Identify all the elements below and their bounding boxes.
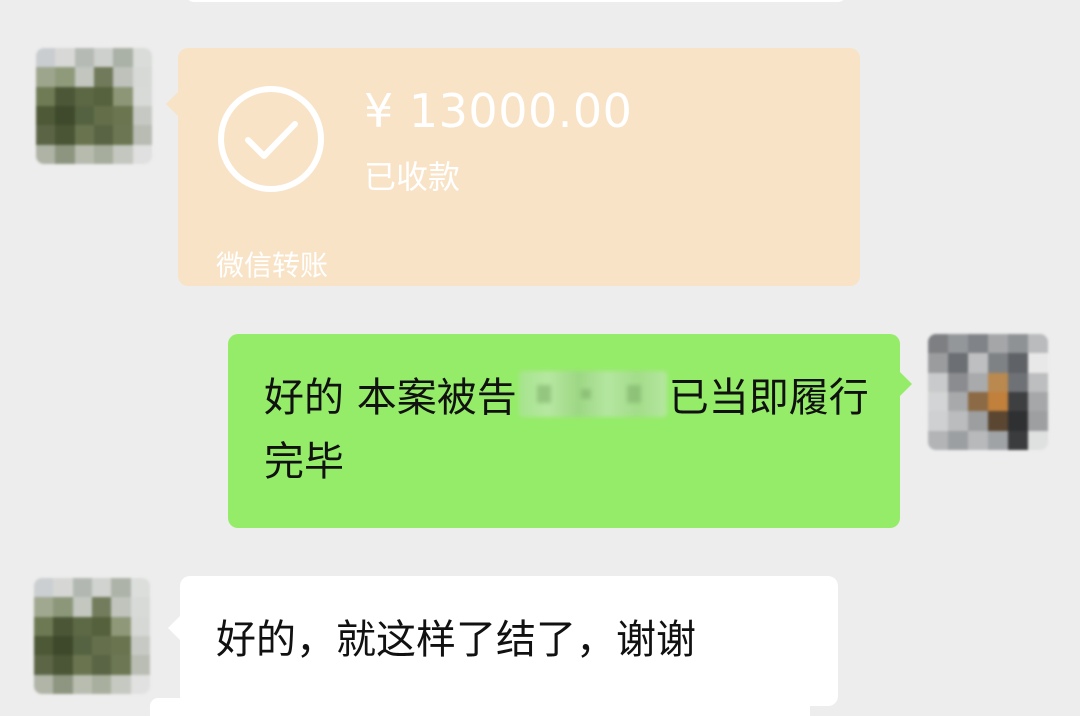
sender-avatar[interactable]	[36, 48, 152, 164]
transfer-card[interactable]: ¥ 13000.00 已收款 微信转账	[166, 48, 860, 286]
my-avatar[interactable]	[928, 334, 1048, 450]
redacted-name	[518, 371, 667, 417]
next-message-bubble[interactable]	[150, 698, 810, 716]
previous-message-bubble[interactable]	[186, 0, 846, 2]
message-text-before-redaction: 好的 本案被告	[264, 375, 517, 421]
incoming-message-bubble[interactable]: 好的，就这样了结了，谢谢	[168, 576, 838, 706]
outgoing-message-text: 好的 本案被告 已当即履行完毕	[264, 366, 874, 494]
incoming-message-text: 好的，就这样了结了，谢谢	[216, 617, 696, 663]
check-circle-icon	[218, 86, 324, 192]
outgoing-message-bubble[interactable]: 好的 本案被告 已当即履行完毕	[228, 334, 912, 528]
transfer-divider	[178, 234, 860, 235]
transfer-status: 已收款	[364, 158, 461, 196]
chat-window: ¥ 13000.00 已收款 微信转账 好的 本案被告 已当即履行完毕 好的，就这…	[0, 0, 1080, 716]
transfer-amount: ¥ 13000.00	[364, 84, 633, 138]
sender-avatar-2[interactable]	[34, 578, 150, 694]
transfer-label: 微信转账	[216, 249, 329, 282]
